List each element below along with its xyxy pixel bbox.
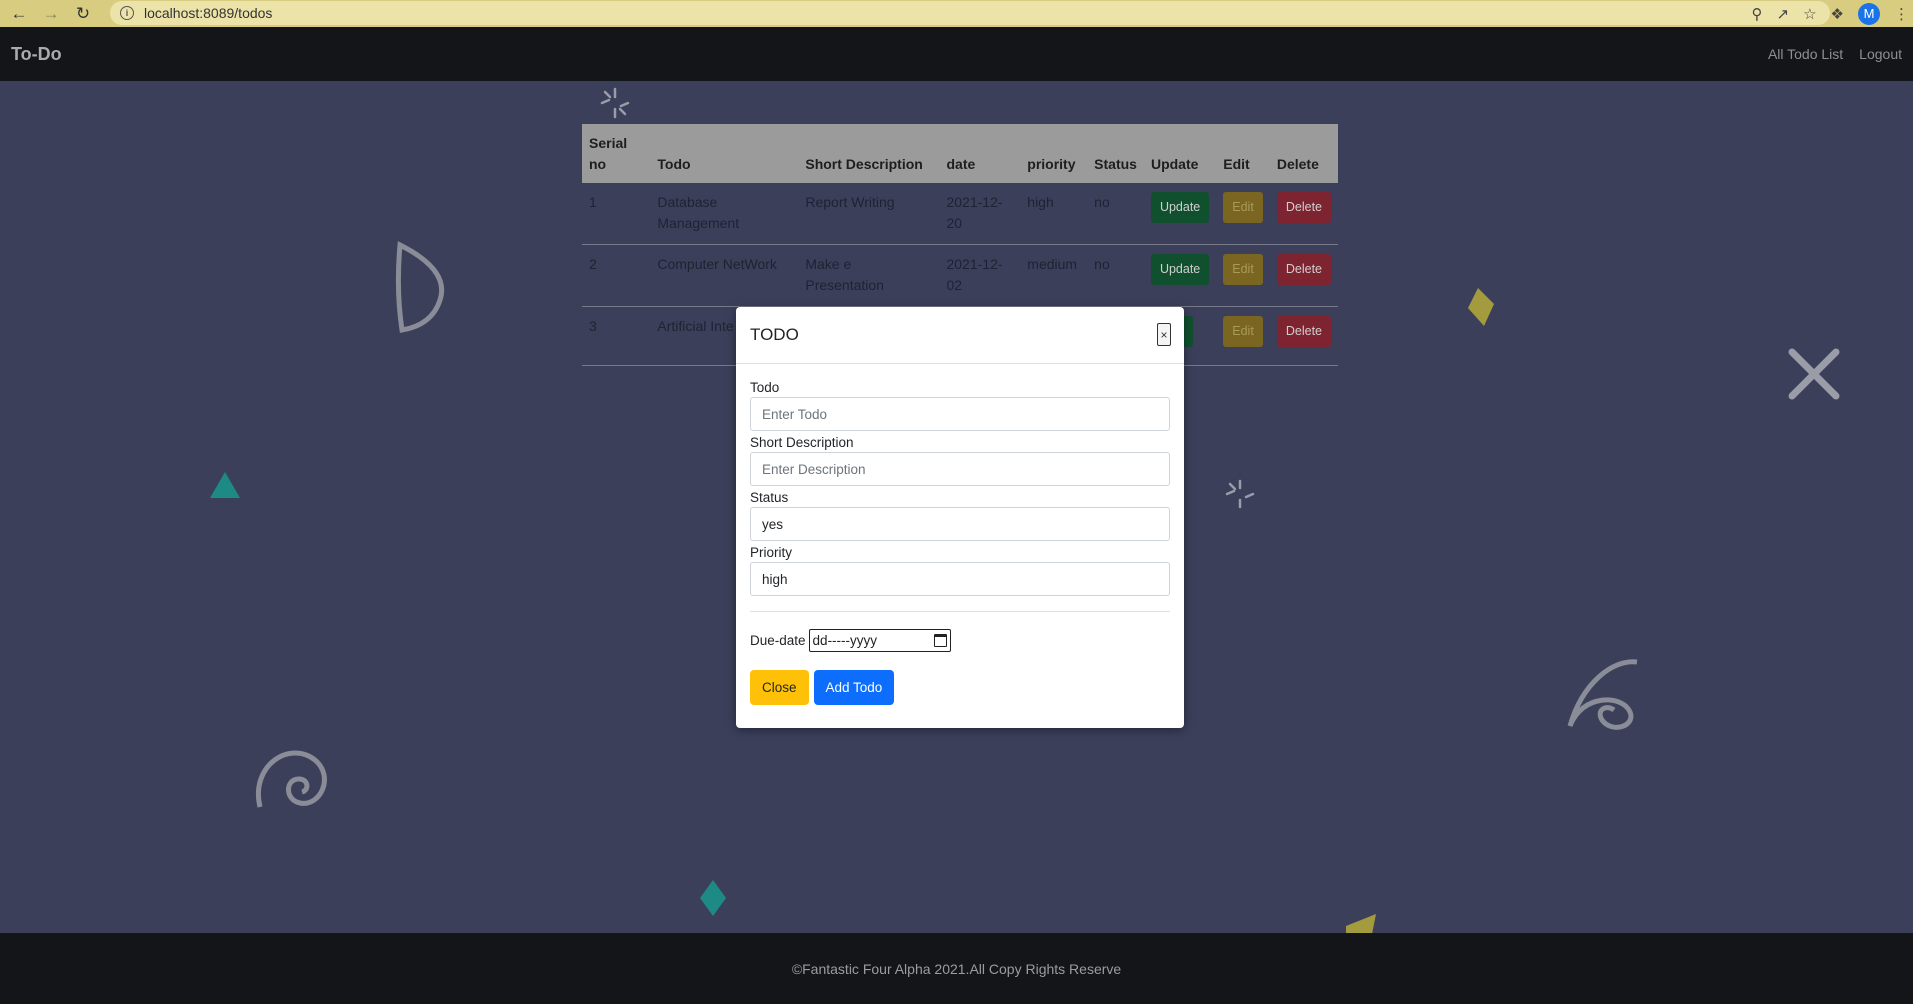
swirl-decoration-icon [1567, 659, 1638, 730]
cell-serial: 1 [582, 183, 651, 245]
cell-delete: Delete [1269, 306, 1338, 366]
short-description-label: Short Description [750, 435, 854, 450]
delete-button[interactable]: Delete [1276, 192, 1331, 223]
diamond-yellow-decoration-icon [1468, 288, 1494, 326]
cell-description: Report Writing [798, 183, 940, 245]
profile-avatar[interactable]: M [1858, 2, 1880, 25]
reload-icon[interactable]: ↻ [70, 3, 96, 25]
cell-priority: medium [1020, 244, 1088, 307]
header-update: Update [1150, 156, 1199, 172]
delete-button[interactable]: Delete [1276, 316, 1331, 347]
modal-header: TODO × [736, 307, 1184, 364]
edit-button[interactable]: Edit [1223, 254, 1263, 285]
cell-edit: Edit [1216, 244, 1270, 307]
calendar-icon[interactable] [933, 634, 947, 647]
address-bar[interactable]: i localhost:8089/todos [110, 1, 1830, 25]
cell-description: Make e Presentation [798, 244, 940, 307]
sparkle-small-decoration-icon [1225, 479, 1255, 509]
close-icon[interactable]: × [1157, 323, 1171, 346]
due-date-input[interactable]: dd-----yyyy [808, 629, 951, 652]
update-button[interactable]: Update [1150, 254, 1210, 285]
extensions-puzzle-icon[interactable]: ❖ [1831, 5, 1844, 23]
header-status: Status [1094, 156, 1137, 172]
todo-input[interactable] [750, 397, 1170, 431]
due-date-label: Due-date [750, 633, 806, 648]
nav-link-all-todo-list[interactable]: All Todo List [1768, 46, 1843, 62]
footer-copyright: ©Fantastic Four Alpha 2021.All Copy Righ… [791, 960, 1122, 977]
status-input[interactable] [750, 507, 1170, 541]
url-text: localhost:8089/todos [144, 5, 273, 21]
cell-date: 2021-12-02 [939, 244, 1021, 307]
cell-edit: Edit [1216, 306, 1270, 366]
cell-todo: Database Management [650, 183, 799, 245]
priority-label: Priority [750, 545, 793, 560]
brand-logo[interactable]: To-Do [11, 44, 62, 65]
sparkle-decoration-icon [600, 87, 630, 119]
browser-actions: ⚲ ↗ ☆ ❖ M ⋮ [1752, 0, 1909, 27]
app-navbar: To-Do All Todo List Logout [0, 27, 1913, 81]
header-priority: priority [1027, 156, 1076, 172]
cell-delete: Delete [1269, 183, 1338, 245]
diamond-decoration-icon [700, 880, 726, 916]
status-label: Status [750, 490, 789, 505]
edit-button[interactable]: Edit [1223, 192, 1263, 223]
cell-edit: Edit [1216, 183, 1270, 245]
cell-date: 2021-12-20 [939, 183, 1021, 245]
x-decoration-icon [1788, 348, 1840, 400]
edit-button[interactable]: Edit [1223, 316, 1263, 347]
cell-status: no [1087, 244, 1144, 307]
modal-actions: Close Add Todo [750, 670, 1170, 705]
header-serial: Serial no [589, 135, 628, 172]
header-edit: Edit [1223, 156, 1250, 172]
zoom-icon[interactable]: ⚲ [1752, 5, 1763, 23]
cell-todo: Computer NetWork [650, 244, 799, 307]
cell-serial: 2 [582, 244, 651, 307]
priority-input[interactable] [750, 562, 1170, 596]
update-button[interactable]: Update [1150, 192, 1210, 223]
triangle-decoration-icon [210, 472, 240, 498]
modal-title: TODO [750, 325, 799, 344]
short-description-input[interactable] [750, 452, 1170, 486]
table-row: 2 Computer NetWork Make e Presentation 2… [582, 244, 1338, 307]
cell-priority: high [1020, 183, 1088, 245]
share-icon[interactable]: ↗ [1777, 5, 1790, 23]
due-date-placeholder: dd-----yyyy [812, 633, 878, 648]
header-delete: Delete [1276, 156, 1319, 172]
footer: ©Fantastic Four Alpha 2021.All Copy Righ… [0, 933, 1913, 1004]
table-row: 1 Database Management Report Writing 202… [582, 183, 1338, 245]
close-button[interactable]: Close [750, 670, 809, 705]
bookmark-star-icon[interactable]: ☆ [1803, 5, 1816, 23]
todo-modal: TODO × Todo Short Description Status Pri… [736, 307, 1184, 728]
cell-delete: Delete [1269, 244, 1338, 307]
todo-label: Todo [750, 380, 780, 395]
half-circle-decoration-icon [395, 241, 445, 333]
due-date-row: Due-date dd-----yyyy [750, 629, 1170, 652]
header-todo: Todo [657, 156, 691, 172]
triangle-yellow-decoration-icon [1346, 914, 1376, 934]
header-short-description: Short Description [805, 156, 923, 172]
header-date: date [946, 156, 976, 172]
delete-button[interactable]: Delete [1276, 254, 1331, 285]
site-info-icon[interactable]: i [120, 6, 134, 20]
forward-arrow-icon[interactable]: → [38, 3, 64, 25]
cell-status: no [1087, 183, 1144, 245]
browser-toolbar: ← → ↻ i localhost:8089/todos ⚲ ↗ ☆ ❖ M ⋮ [0, 0, 1913, 27]
add-todo-button[interactable]: Add Todo [813, 670, 895, 705]
table-header-row: Serial no Todo Short Description date pr… [582, 124, 1338, 183]
cell-update: Update [1143, 183, 1217, 245]
cell-update: Update [1143, 244, 1217, 307]
cell-serial: 3 [582, 306, 651, 366]
modal-divider [750, 611, 1170, 612]
nav-link-logout[interactable]: Logout [1859, 46, 1902, 62]
back-arrow-icon[interactable]: ← [6, 3, 32, 25]
modal-body: Todo Short Description Status Priority D… [736, 380, 1184, 705]
browser-menu-icon[interactable]: ⋮ [1894, 5, 1909, 23]
spiral-decoration-icon [256, 750, 327, 808]
